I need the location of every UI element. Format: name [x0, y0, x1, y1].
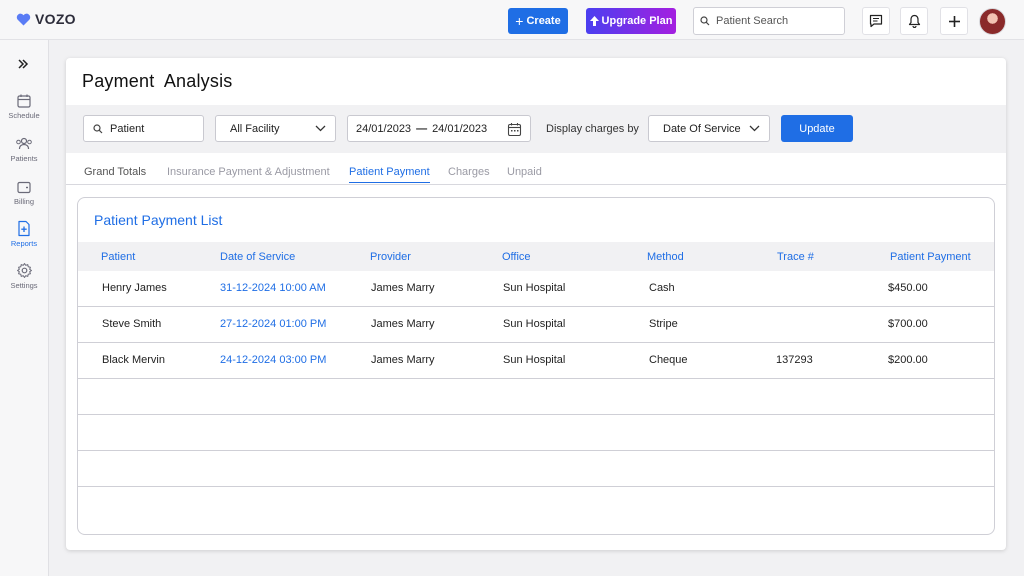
payment-analysis-card: Payment Analysis Patient All Facility 24…: [66, 58, 1006, 550]
plus-icon: [948, 15, 960, 27]
chevron-down-icon: [749, 125, 760, 132]
page-title: Payment Analysis: [82, 71, 233, 91]
notifications-button[interactable]: [900, 7, 928, 35]
cell-provider: James Marry: [371, 282, 435, 294]
tab-patient-payment[interactable]: Patient Payment: [349, 166, 430, 183]
sidebar-item-label: Settings: [10, 281, 38, 290]
tab-unpaid[interactable]: Unpaid: [507, 166, 542, 182]
expand-sidebar-button[interactable]: [17, 58, 29, 73]
user-avatar[interactable]: [979, 8, 1006, 35]
cell-provider: James Marry: [371, 354, 435, 366]
cell-patient-payment: $200.00: [888, 354, 928, 366]
sidebar-item-label: Reports: [10, 239, 38, 248]
add-button[interactable]: [940, 7, 968, 35]
report-tabs: Grand Totals Insurance Payment & Adjustm…: [66, 154, 1006, 185]
date-from: 24/01/2023: [356, 122, 412, 135]
calendar-icon: [17, 94, 31, 108]
upgrade-plan-button[interactable]: Upgrade Plan: [586, 8, 676, 34]
list-title: Patient Payment List: [94, 212, 223, 228]
cell-date-of-service[interactable]: 27-12-2024 01:00 PM: [220, 318, 326, 330]
sidebar-item-patients[interactable]: Patients: [0, 136, 48, 163]
search-icon: [700, 16, 710, 26]
double-chevron-right-icon: [18, 59, 29, 69]
cell-method: Cash: [649, 282, 675, 294]
chat-icon: [869, 14, 883, 28]
users-icon: [16, 137, 32, 150]
tab-charges[interactable]: Charges: [448, 166, 490, 182]
tab-grand-totals[interactable]: Grand Totals: [84, 166, 146, 182]
cell-office: Sun Hospital: [503, 282, 566, 294]
sidebar-item-billing[interactable]: Billing: [0, 179, 48, 206]
column-header-method: Method: [647, 251, 684, 263]
arrow-up-icon: [589, 16, 599, 26]
empty-table-row: [78, 379, 994, 415]
cell-patient-payment: $450.00: [888, 282, 928, 294]
empty-table-row: [78, 451, 994, 487]
report-icon: [18, 220, 30, 237]
table-header: Patient Date of Service Provider Office …: [78, 242, 994, 271]
plus-icon: +: [515, 13, 524, 29]
cell-provider: James Marry: [371, 318, 435, 330]
table-row[interactable]: Steve Smith 27-12-2024 01:00 PM James Ma…: [78, 307, 994, 343]
sidebar: Schedule Patients Billing Reports Settin…: [0, 40, 49, 576]
column-header-trace: Trace #: [777, 251, 814, 263]
column-header-provider: Provider: [370, 251, 411, 263]
display-charges-select[interactable]: Date Of Service: [648, 115, 770, 142]
sidebar-item-label: Billing: [13, 197, 34, 206]
display-charges-value: Date Of Service: [663, 122, 741, 135]
gear-icon: [16, 263, 32, 278]
patient-filter-value: Patient: [110, 122, 145, 135]
cell-patient: Henry James: [102, 282, 167, 294]
column-header-patient-payment: Patient Payment: [890, 251, 971, 263]
cell-office: Sun Hospital: [503, 354, 566, 366]
calendar-icon[interactable]: [507, 122, 522, 137]
top-bar: VOZO + Create Upgrade Plan: [0, 0, 1024, 40]
tab-insurance-payment-adjustment[interactable]: Insurance Payment & Adjustment: [167, 166, 330, 182]
column-header-office: Office: [502, 251, 531, 263]
column-header-date-of-service: Date of Service: [220, 251, 296, 263]
cell-patient-payment: $700.00: [888, 318, 928, 330]
messages-button[interactable]: [862, 7, 890, 35]
sidebar-item-reports[interactable]: Reports: [0, 220, 48, 248]
cell-date-of-service[interactable]: 31-12-2024 10:00 AM: [220, 282, 326, 294]
wallet-icon: [17, 181, 31, 194]
facility-select-value: All Facility: [230, 122, 280, 135]
date-to: 24/01/2023: [432, 122, 488, 135]
vozo-logo[interactable]: VOZO: [16, 11, 76, 27]
column-header-patient: Patient: [101, 251, 136, 263]
patient-search-box[interactable]: [693, 7, 845, 35]
upgrade-plan-label: Upgrade Plan: [601, 15, 673, 27]
table-row[interactable]: Black Mervin 24-12-2024 03:00 PM James M…: [78, 343, 994, 379]
create-button[interactable]: + Create: [508, 8, 568, 34]
logo-text: VOZO: [35, 11, 76, 27]
empty-table-row: [78, 415, 994, 451]
chevron-down-icon: [315, 125, 326, 132]
search-icon: [93, 123, 103, 133]
update-button[interactable]: Update: [781, 115, 853, 142]
table-row[interactable]: Henry James 31-12-2024 10:00 AM James Ma…: [78, 271, 994, 307]
cell-trace: 137293: [776, 354, 813, 366]
patient-filter-input[interactable]: Patient: [83, 115, 204, 142]
facility-select[interactable]: All Facility: [215, 115, 336, 142]
heart-logo-icon: [16, 13, 31, 25]
cell-patient: Steve Smith: [102, 318, 162, 330]
cell-method: Stripe: [649, 318, 678, 330]
sidebar-item-schedule[interactable]: Schedule: [0, 93, 48, 120]
sidebar-item-label: Schedule: [8, 111, 40, 120]
bell-icon: [908, 14, 920, 28]
cell-office: Sun Hospital: [503, 318, 566, 330]
cell-method: Cheque: [649, 354, 688, 366]
sidebar-item-label: Patients: [10, 154, 38, 163]
display-charges-label: Display charges by: [546, 123, 639, 135]
date-range-separator: —: [416, 122, 428, 135]
patient-search-input[interactable]: [716, 15, 836, 27]
patient-payment-list: Patient Payment List Patient Date of Ser…: [77, 197, 995, 535]
date-range-picker[interactable]: 24/01/2023 — 24/01/2023: [347, 115, 531, 142]
cell-patient: Black Mervin: [102, 354, 165, 366]
filter-bar: Patient All Facility 24/01/2023 — 24/01/…: [66, 105, 1006, 153]
create-button-label: Create: [526, 15, 561, 27]
sidebar-item-settings[interactable]: Settings: [0, 262, 48, 290]
cell-date-of-service[interactable]: 24-12-2024 03:00 PM: [220, 354, 326, 366]
